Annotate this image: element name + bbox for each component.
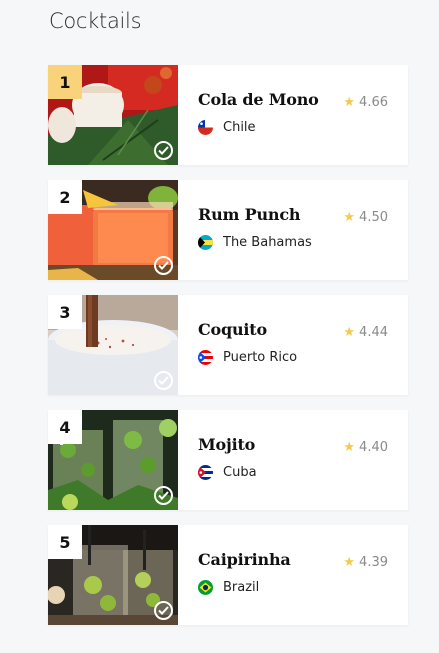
cocktail-card[interactable]: 1 Cola de Mono Chile ★ 4.66 [48, 65, 408, 165]
country: Cuba [198, 465, 257, 480]
cocktail-info: Mojito Cuba ★ 4.40 [178, 410, 408, 510]
country: The Bahamas [198, 235, 312, 250]
checkmark-circle-icon [154, 601, 173, 620]
section-title: Cocktails [49, 9, 142, 33]
cola-de-mono-photo: 1 [48, 65, 178, 165]
cocktail-info: Coquito Puerto Rico ★ 4.44 [178, 295, 408, 395]
rating-value: 4.66 [359, 95, 388, 110]
cocktail-card[interactable]: 2 Rum Punch The Bahamas ★ 4.50 [48, 180, 408, 280]
country-name: Chile [223, 120, 256, 135]
rank-badge: 1 [48, 65, 82, 99]
rating-value: 4.40 [359, 440, 388, 455]
rating-value: 4.44 [359, 325, 388, 340]
cocktail-name[interactable]: Rum Punch [198, 205, 301, 224]
cocktail-card[interactable]: 5 Caipirinha Brazil ★ 4.39 [48, 525, 408, 625]
rank-badge: 3 [48, 295, 82, 329]
country-name: Brazil [223, 580, 260, 595]
mojito-photo: 4 [48, 410, 178, 510]
puerto-rico-flag-icon [198, 350, 213, 365]
coquito-photo: 3 [48, 295, 178, 395]
rank-badge: 4 [48, 410, 82, 444]
cocktail-name[interactable]: Caipirinha [198, 550, 291, 569]
country-name: Puerto Rico [223, 350, 298, 365]
star-icon: ★ [343, 210, 356, 225]
cocktail-card[interactable]: 4 Mojito Cuba ★ 4.40 [48, 410, 408, 510]
country-name: Cuba [223, 465, 257, 480]
rank-badge: 2 [48, 180, 82, 214]
rating: ★ 4.39 [343, 555, 388, 570]
checkmark-circle-icon [154, 141, 173, 160]
rank-badge: 5 [48, 525, 82, 559]
rating-value: 4.39 [359, 555, 388, 570]
cocktail-list: 1 Cola de Mono Chile ★ 4.66 2 Rum Punch … [48, 65, 408, 640]
country: Brazil [198, 580, 259, 595]
rating-value: 4.50 [359, 210, 388, 225]
cocktail-info: Caipirinha Brazil ★ 4.39 [178, 525, 408, 625]
chile-flag-icon [198, 120, 213, 135]
cuba-flag-icon [198, 465, 213, 480]
rating: ★ 4.66 [343, 95, 388, 110]
rum-punch-photo: 2 [48, 180, 178, 280]
star-icon: ★ [343, 440, 356, 455]
cocktail-name[interactable]: Cola de Mono [198, 90, 319, 109]
rating: ★ 4.40 [343, 440, 388, 455]
cocktail-card[interactable]: 3 Coquito Puerto Rico ★ 4.44 [48, 295, 408, 395]
star-icon: ★ [343, 325, 356, 340]
cocktail-name[interactable]: Coquito [198, 320, 267, 339]
cocktail-name[interactable]: Mojito [198, 435, 255, 454]
checkmark-circle-icon [154, 486, 173, 505]
cocktail-info: Rum Punch The Bahamas ★ 4.50 [178, 180, 408, 280]
checkmark-circle-icon [154, 256, 173, 275]
star-icon: ★ [343, 555, 356, 570]
star-icon: ★ [343, 95, 356, 110]
rating: ★ 4.50 [343, 210, 388, 225]
rating: ★ 4.44 [343, 325, 388, 340]
country: Puerto Rico [198, 350, 297, 365]
checkmark-circle-icon [154, 371, 173, 390]
caipirinha-photo: 5 [48, 525, 178, 625]
bahamas-flag-icon [198, 235, 213, 250]
country: Chile [198, 120, 256, 135]
brazil-flag-icon [198, 580, 213, 595]
country-name: The Bahamas [223, 235, 312, 250]
cocktail-info: Cola de Mono Chile ★ 4.66 [178, 65, 408, 165]
